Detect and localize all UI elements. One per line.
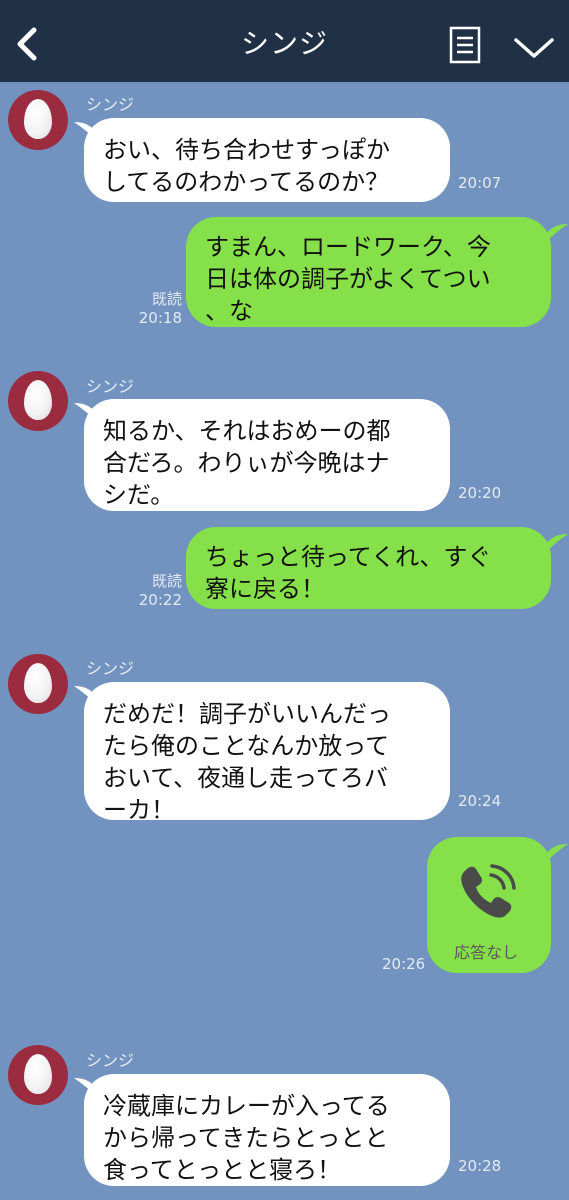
egg-icon [24,99,52,139]
menu-list-icon[interactable] [446,25,484,65]
message-bubble[interactable]: ちょっと待ってくれ、すぐ 寮に戻る！ [186,527,551,609]
message-time: 20:26 [382,955,426,973]
avatar[interactable] [8,654,68,714]
call-status-label: 応答なし [454,943,519,962]
avatar[interactable] [8,371,68,431]
call-bubble[interactable]: 応答なし [427,837,551,973]
bubble-tail [546,534,568,552]
read-receipt: 既読 20:22 [138,572,182,609]
chat-header: シンジ [0,0,569,82]
avatar[interactable] [8,1045,68,1105]
egg-icon [24,663,52,703]
message-bubble[interactable]: 知るか、それはおめーの都 合だろ。わりぃが今晩はナ シだ。 [84,399,450,511]
sender-name: シンジ [86,1051,135,1070]
sender-name: シンジ [86,95,135,114]
message-time: 20:07 [458,174,502,192]
read-receipt: 既読 20:18 [138,290,182,327]
message-bubble[interactable]: おい、待ち合わせすっぽか してるのわかってるのか？ [84,118,450,202]
bubble-tail [546,844,568,862]
sender-name: シンジ [86,377,135,396]
message-bubble[interactable]: だめだ！調子がいいんだっ たら俺のことなんか放って おいて、夜通し走ってろバ ー… [84,682,450,824]
message-time: 20:28 [458,1157,502,1175]
chevron-down-icon[interactable] [510,32,558,62]
avatar[interactable] [8,90,68,150]
message-time: 20:24 [458,792,502,810]
egg-icon [24,1054,52,1094]
phone-icon [461,864,516,918]
bubble-tail [546,224,568,242]
message-time: 20:20 [458,484,502,502]
egg-icon [24,380,52,420]
sender-name: シンジ [86,659,135,678]
message-bubble[interactable]: 冷蔵庫にカレーが入ってる から帰ってきたらとっとと 食ってとっとと寝ろ！ [84,1074,450,1186]
message-bubble[interactable]: すまん、ロードワーク、今 日は体の調子がよくてつい 、な [186,217,551,327]
